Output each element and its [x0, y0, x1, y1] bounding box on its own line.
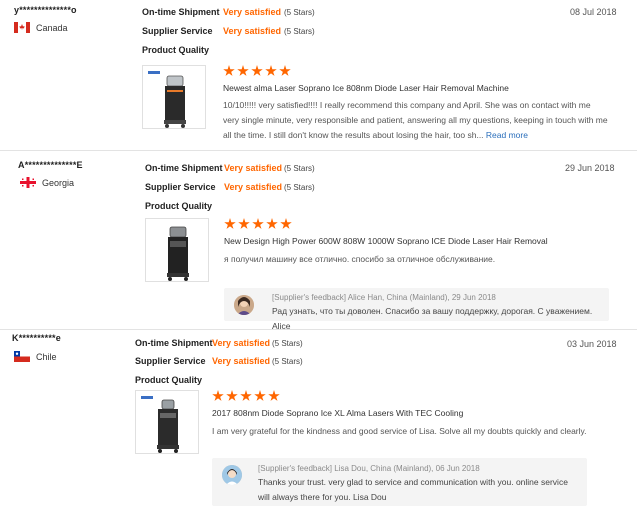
service-stars-note: (5 Stars): [272, 357, 303, 366]
product-thumbnail[interactable]: [145, 218, 209, 282]
quality-label: Product Quality: [142, 45, 210, 55]
read-more-link[interactable]: Read more: [486, 130, 528, 140]
star-icon: [280, 218, 292, 229]
buyer-country: Chile: [14, 351, 57, 362]
quality-label: Product Quality: [145, 201, 213, 211]
star-icon: [226, 390, 238, 401]
product-thumbnail[interactable]: [142, 65, 206, 129]
georgia-flag-icon: [20, 177, 36, 188]
feedback-header: [Supplier's feedback] Lisa Dou, China (M…: [258, 464, 480, 473]
shipment-rating: Very satisfied: [224, 163, 283, 173]
supplier-feedback: [Supplier's feedback] Alice Han, China (…: [224, 288, 609, 331]
country-label: Canada: [36, 22, 68, 33]
shipment-rating: Very satisfied: [212, 338, 271, 348]
shipment-rating: Very satisfied: [223, 7, 282, 17]
shipment-stars-note: (5 Stars): [272, 339, 303, 348]
star-icon: [279, 65, 291, 76]
product-quality-stars: [212, 390, 280, 402]
star-icon: [252, 218, 264, 229]
service-rating: Very satisfied: [223, 26, 282, 36]
comment-text: 10/10!!!!! very satisfied!!!! I really r…: [223, 100, 608, 140]
shipment-label: On-time Shipment: [135, 338, 213, 348]
review-divider: [0, 329, 637, 330]
laser-machine-image: [148, 71, 186, 128]
buyer-name: A**************E: [18, 160, 83, 170]
review-comment: я получил машину все отлично. спосибо за…: [224, 254, 496, 264]
service-stars-note: (5 Stars): [284, 27, 315, 36]
laser-machine-image: [167, 226, 189, 281]
shipment-stars-note: (5 Stars): [284, 8, 315, 17]
buyer-country: Georgia: [20, 177, 74, 188]
supplier-avatar: [222, 465, 242, 485]
supplier-feedback: [Supplier's feedback] Lisa Dou, China (M…: [212, 458, 587, 506]
chile-flag-icon: [14, 351, 30, 362]
star-icon: [268, 390, 280, 401]
service-rating: Very satisfied: [224, 182, 283, 192]
star-icon: [223, 65, 235, 76]
buyer-country: Canada: [14, 22, 68, 33]
laser-machine-image: [141, 396, 179, 453]
service-stars-note: (5 Stars): [284, 183, 315, 192]
product-title-link[interactable]: New Design High Power 600W 808W 1000W So…: [224, 236, 548, 246]
product-thumbnail[interactable]: [135, 390, 199, 454]
star-icon: [251, 65, 263, 76]
star-icon: [266, 218, 278, 229]
supplier-avatar: [234, 295, 254, 315]
canada-flag-icon: [14, 22, 30, 33]
star-icon: [238, 218, 250, 229]
product-title-link[interactable]: 2017 808nm Diode Soprano Ice XL Alma Las…: [212, 408, 463, 418]
service-label: Supplier Service: [142, 26, 213, 36]
star-icon: [237, 65, 249, 76]
product-quality-stars: [224, 218, 292, 230]
review-comment: I am very grateful for the kindness and …: [212, 426, 587, 436]
quality-label: Product Quality: [135, 375, 203, 385]
review-date: 03 Jun 2018: [567, 339, 617, 349]
product-title-link[interactable]: Newest alma Laser Soprano Ice 808nm Diod…: [223, 83, 509, 93]
star-icon: [254, 390, 266, 401]
country-label: Georgia: [42, 177, 75, 188]
service-rating: Very satisfied: [212, 356, 271, 366]
review-date: 08 Jul 2018: [570, 7, 617, 17]
review-comment: 10/10!!!!! very satisfied!!!! I really r…: [223, 98, 608, 143]
star-icon: [224, 218, 236, 229]
star-icon: [212, 390, 224, 401]
product-quality-stars: [223, 65, 291, 77]
buyer-name: K**********e: [12, 333, 61, 343]
feedback-text: Thanks your trust. very glad to service …: [258, 477, 568, 502]
star-icon: [265, 65, 277, 76]
buyer-name: y**************o: [14, 5, 77, 15]
service-label: Supplier Service: [135, 356, 206, 366]
review-divider: [0, 150, 637, 151]
feedback-header: [Supplier's feedback] Alice Han, China (…: [272, 293, 496, 302]
service-label: Supplier Service: [145, 182, 216, 192]
shipment-stars-note: (5 Stars): [284, 164, 315, 173]
review-date: 29 Jun 2018: [565, 163, 615, 173]
star-icon: [240, 390, 252, 401]
country-label: Chile: [36, 351, 57, 362]
shipment-label: On-time Shipment: [142, 7, 220, 17]
shipment-label: On-time Shipment: [145, 163, 223, 173]
